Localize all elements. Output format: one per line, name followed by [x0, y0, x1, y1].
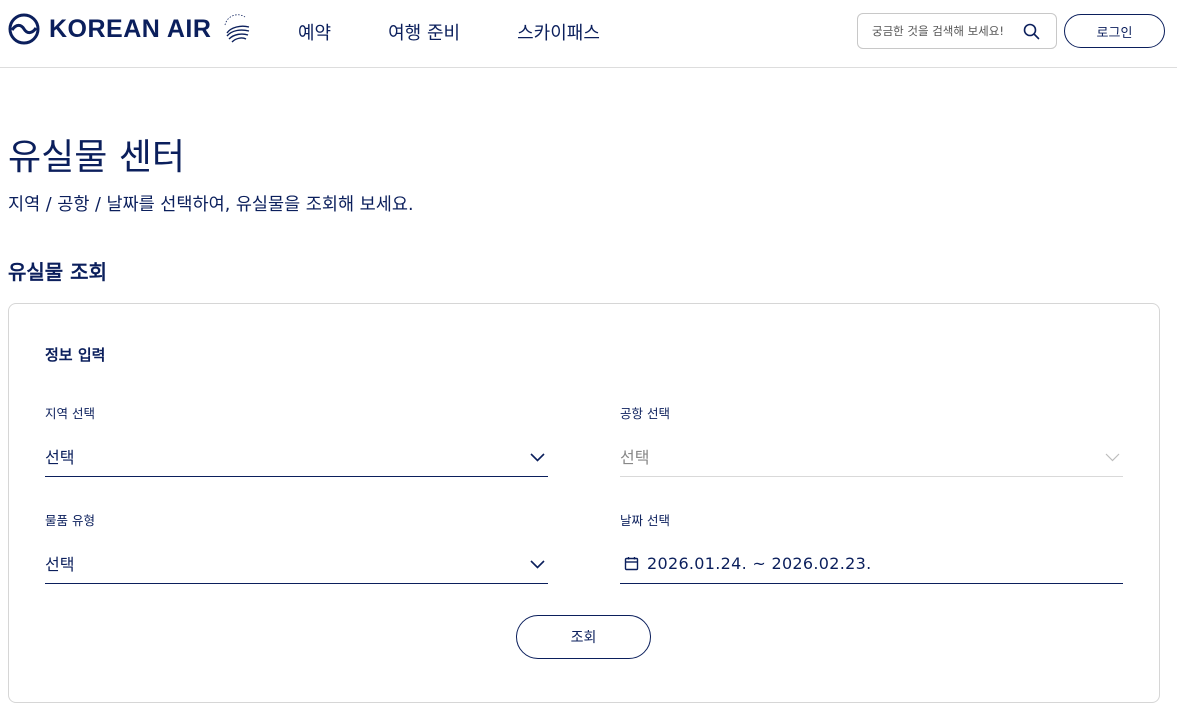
region-value: 선택 [45, 448, 75, 467]
search-icon[interactable] [1023, 23, 1040, 40]
site-header: KOREAN AIR 예약 여행 준비 스카이패스 로그인 [0, 0, 1177, 68]
main-nav: 예약 여행 준비 스카이패스 [298, 19, 600, 45]
korean-air-taeguk-symbol-icon [8, 13, 40, 45]
page-title: 유실물 센터 [8, 137, 186, 178]
airport-label: 공항 선택 [620, 406, 670, 421]
airport-select[interactable]: 선택 [620, 436, 1123, 477]
page-description: 지역 / 공항 / 날짜를 선택하여, 유실물을 조회해 보세요. [8, 195, 414, 215]
airport-field: 공항 선택 선택 [620, 403, 1123, 477]
region-label: 지역 선택 [45, 406, 95, 421]
date-range-value: 2026.01.24. ~ 2026.02.23. [647, 553, 872, 573]
item-type-field: 물품 유형 선택 [45, 510, 548, 584]
date-range-picker[interactable]: 2026.01.24. ~ 2026.02.23. [620, 543, 1123, 584]
region-field: 지역 선택 선택 [45, 403, 548, 477]
search-submit-button[interactable]: 조회 [516, 615, 651, 659]
search-box [857, 13, 1057, 49]
date-field: 날짜 선택 2026.01.24. ~ 2026.02.23. [620, 510, 1123, 584]
form-title: 정보 입력 [45, 346, 106, 364]
item-type-value: 선택 [45, 555, 75, 574]
item-type-select[interactable]: 선택 [45, 543, 548, 584]
lost-item-search-card: 정보 입력 지역 선택 선택 공항 선택 선택 물품 유형 선택 날짜 선택 2… [8, 303, 1160, 703]
region-select[interactable]: 선택 [45, 436, 548, 477]
nav-item-skypass[interactable]: 스카이패스 [517, 19, 600, 45]
chevron-down-icon [530, 560, 545, 569]
chevron-down-icon [530, 453, 545, 462]
calendar-icon [624, 556, 639, 570]
item-type-label: 물품 유형 [45, 513, 95, 528]
airport-value: 선택 [620, 448, 650, 467]
logo-text: KOREAN AIR [49, 14, 212, 43]
skyteam-icon [225, 14, 250, 43]
chevron-down-icon [1105, 453, 1120, 462]
nav-item-reservation[interactable]: 예약 [298, 19, 331, 45]
section-title: 유실물 조회 [8, 260, 107, 284]
date-label: 날짜 선택 [620, 513, 670, 528]
nav-item-travel-prep[interactable]: 여행 준비 [388, 19, 460, 45]
korean-air-logo[interactable]: KOREAN AIR [8, 12, 253, 46]
search-input[interactable] [872, 24, 1020, 38]
login-button[interactable]: 로그인 [1064, 14, 1165, 48]
